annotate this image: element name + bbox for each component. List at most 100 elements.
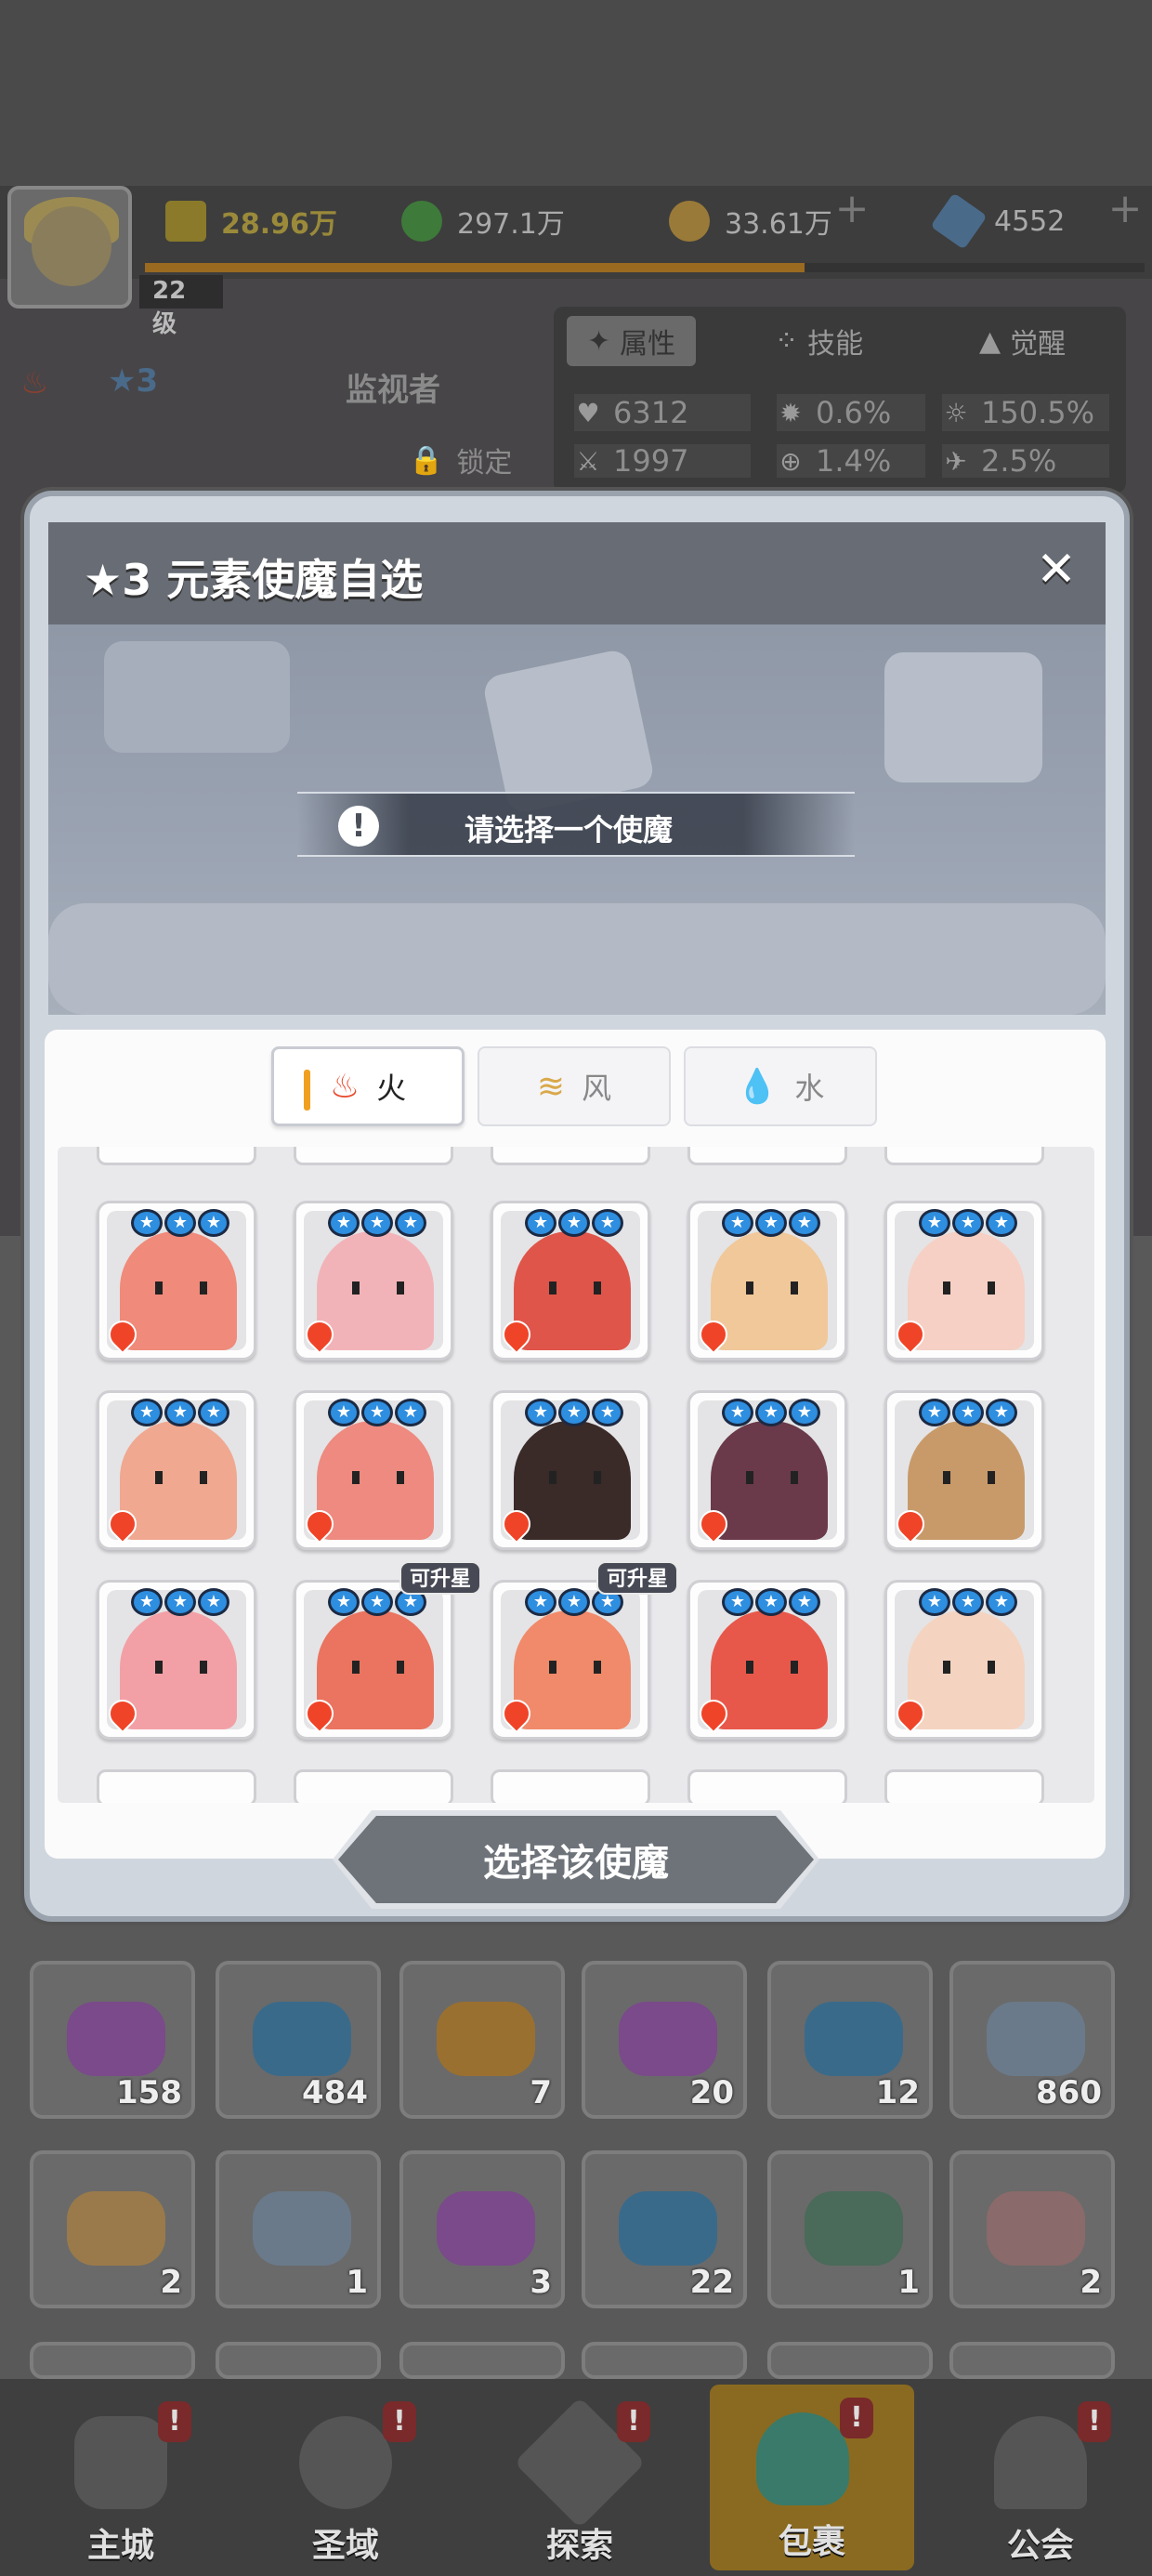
water-icon: 💧: [736, 1068, 779, 1106]
crystal-icon: [930, 192, 988, 250]
bag-item-partial[interactable]: [767, 2342, 933, 2379]
portrait-eyes: [155, 1471, 207, 1484]
bag-item[interactable]: 1: [216, 2150, 381, 2308]
ruins-decoration: [104, 641, 290, 753]
green-gem-display: 297.1万: [401, 195, 565, 247]
familiar-card-partial[interactable]: [687, 1147, 847, 1165]
star-icon: ★: [722, 1399, 753, 1426]
familiar-card[interactable]: ★ ★ ★: [884, 1580, 1044, 1740]
bag-item-partial[interactable]: [216, 2342, 381, 2379]
familiar-card[interactable]: ★ ★ ★: [687, 1580, 847, 1740]
star-icon: ★: [789, 1399, 820, 1426]
bag-item[interactable]: 158: [30, 1961, 195, 2119]
familiar-card[interactable]: ★ ★ ★: [687, 1201, 847, 1360]
alert-badge: !: [1078, 2401, 1111, 2442]
star-rating: ★ ★ ★: [720, 1399, 822, 1426]
familiar-card-partial[interactable]: [97, 1147, 256, 1165]
prompt-text: 请选择一个使魔: [465, 812, 674, 848]
star-icon: ★: [952, 1399, 984, 1426]
nav-sanctuary[interactable]: ! 圣域: [253, 2388, 439, 2574]
star-icon: ★: [328, 1588, 360, 1616]
familiar-card[interactable]: ★ ★ ★: [294, 1390, 453, 1550]
portrait-eyes: [943, 1471, 995, 1484]
bag-item[interactable]: 1: [767, 2150, 933, 2308]
star-icon: ★: [789, 1209, 820, 1237]
stat-value: 2.5%: [981, 443, 1057, 479]
stat-attack: ⚔ 1997: [574, 443, 751, 479]
familiar-card-partial[interactable]: [687, 1769, 847, 1803]
star-rating: ★ ★ ★: [326, 1399, 428, 1426]
power-value: 28.96万: [221, 208, 337, 241]
star-icon: ★: [952, 1588, 984, 1616]
gold-display: 33.61万: [669, 195, 832, 247]
bag-item[interactable]: 484: [216, 1961, 381, 2119]
familiar-card[interactable]: ★ ★ ★: [294, 1580, 453, 1740]
bag-item[interactable]: 22: [582, 2150, 747, 2308]
lock-toggle[interactable]: 🔒 锁定: [409, 437, 512, 483]
tab-attribute[interactable]: ✦ 属性: [567, 316, 697, 366]
familiar-card[interactable]: ★ ★ ★: [687, 1390, 847, 1550]
familiar-card-partial[interactable]: [294, 1769, 453, 1803]
bag-item-partial[interactable]: [582, 2342, 747, 2379]
star-rating: ★ ★ ★: [917, 1588, 1019, 1616]
wing-icon: ✈: [945, 445, 967, 477]
familiar-card[interactable]: ★ ★ ★: [97, 1580, 256, 1740]
familiar-card[interactable]: ★ ★ ★: [884, 1390, 1044, 1550]
bag-item-partial[interactable]: [30, 2342, 195, 2379]
add-gold-icon[interactable]: +: [827, 186, 877, 236]
familiar-card-partial[interactable]: [491, 1147, 650, 1165]
familiar-card[interactable]: ★ ★ ★: [491, 1201, 650, 1360]
familiar-card[interactable]: ★ ★ ★: [97, 1201, 256, 1360]
tab-awaken[interactable]: ▲ 觉醒: [979, 316, 1066, 366]
add-crystal-icon[interactable]: +: [1100, 186, 1150, 236]
hero-stars: ★3: [108, 362, 159, 400]
bag-item[interactable]: 2: [949, 2150, 1115, 2308]
nav-main-city[interactable]: ! 主城: [28, 2388, 214, 2574]
tab-water[interactable]: 💧 水: [684, 1046, 877, 1126]
portrait-eyes: [549, 1281, 601, 1295]
tab-fire[interactable]: ♨ 火: [271, 1046, 465, 1126]
familiar-card-partial[interactable]: [491, 1769, 650, 1803]
familiar-card[interactable]: ★ ★ ★: [491, 1390, 650, 1550]
tab-skill[interactable]: ⁘ 技能: [775, 316, 863, 366]
castle-icon: [74, 2416, 167, 2509]
star-icon: ★: [789, 1588, 820, 1616]
star-icon: ★: [525, 1209, 556, 1237]
familiar-card-partial[interactable]: [294, 1147, 453, 1165]
nav-bag[interactable]: ! 包裹: [710, 2385, 914, 2570]
item-icon: [987, 2002, 1085, 2076]
burst-icon: ✹: [779, 397, 802, 428]
bag-item[interactable]: 7: [399, 1961, 565, 2119]
bag-item[interactable]: 12: [767, 1961, 933, 2119]
star-icon: ★: [361, 1399, 393, 1426]
familiar-card[interactable]: ★ ★ ★: [294, 1201, 453, 1360]
star-icon: ★: [755, 1399, 787, 1426]
bag-item[interactable]: 20: [582, 1961, 747, 2119]
bag-item[interactable]: 860: [949, 1961, 1115, 2119]
nav-guild[interactable]: ! 公会: [948, 2388, 1133, 2574]
fire-icon: ♨: [329, 1067, 360, 1106]
familiar-card-partial[interactable]: [884, 1147, 1044, 1165]
nav-explore[interactable]: ! 探索: [487, 2388, 673, 2574]
rock-decoration: [481, 648, 656, 815]
familiar-card-partial[interactable]: [97, 1769, 256, 1803]
familiar-card[interactable]: ★ ★ ★: [884, 1201, 1044, 1360]
bag-item-partial[interactable]: [399, 2342, 565, 2379]
familiar-card[interactable]: ★ ★ ★: [491, 1580, 650, 1740]
star-icon: ★: [919, 1588, 950, 1616]
familiar-card-partial[interactable]: [884, 1769, 1044, 1803]
bag-item[interactable]: 3: [399, 2150, 565, 2308]
bag-item-partial[interactable]: [949, 2342, 1115, 2379]
familiar-card[interactable]: ★ ★ ★: [97, 1390, 256, 1550]
rock-decoration: [884, 652, 1042, 782]
tab-wind[interactable]: ≋ 风: [478, 1046, 671, 1126]
player-avatar[interactable]: [7, 186, 132, 309]
select-familiar-button[interactable]: 选择该使魔: [338, 1816, 814, 1903]
item-count: 484: [302, 2074, 368, 2111]
close-icon[interactable]: ✕: [1031, 545, 1081, 597]
green-gem-icon: [401, 201, 442, 242]
portrait-eyes: [943, 1281, 995, 1295]
bag-item[interactable]: 2: [30, 2150, 195, 2308]
star-icon: ★: [131, 1588, 163, 1616]
familiar-grid[interactable]: ★ ★ ★ ★ ★ ★ ★ ★ ★ ★ ★ ★ ★ ★ ★ ★ ★ ★ ★ ★ ★ ★ ★ ★ ★ ★ ★ ★ ★ ★ ★ ★ ★ ★ ★ ★ 可升星 ★…: [58, 1147, 1094, 1803]
